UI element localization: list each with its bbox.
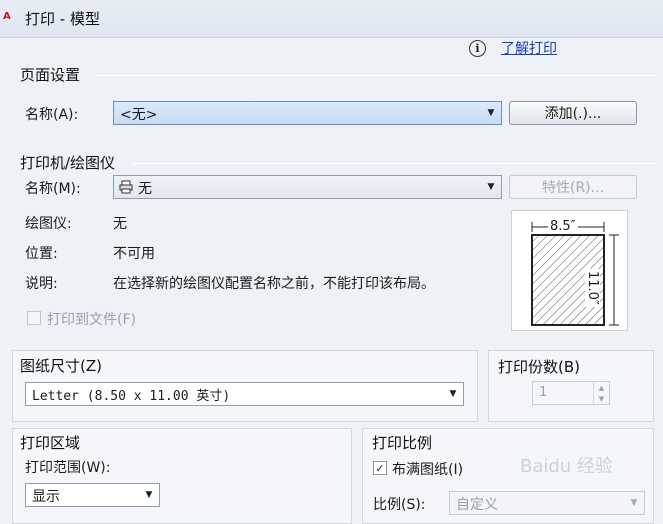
divider — [132, 163, 656, 164]
info-icon: i — [469, 40, 486, 57]
paper-size-group-title: 图纸尺寸(Z) — [20, 357, 102, 375]
chevron-down-icon: ▼ — [449, 389, 457, 399]
copies-group-title: 打印份数(B) — [498, 358, 580, 376]
page-setup-group-title: 页面设置 — [20, 66, 81, 84]
print-to-file-label: 打印到文件(F) — [47, 312, 136, 328]
page-setup-name-dropdown[interactable]: <无> ▼ — [113, 101, 502, 125]
plot-area-group-title: 打印区域 — [20, 434, 81, 452]
paper-size-dropdown[interactable]: Letter (8.50 x 11.00 英寸) ▼ — [25, 382, 464, 406]
printer-properties-button[interactable]: 特性(R)... — [509, 175, 637, 199]
title-bar: A 打印 - 模型 — [0, 0, 663, 38]
description-label: 说明: — [25, 276, 58, 292]
preview-width-label: 8.5″ — [548, 219, 578, 234]
chevron-down-icon: ▼ — [630, 498, 638, 508]
chevron-down-icon: ▼ — [145, 490, 153, 500]
page-setup-name-value: <无> — [120, 107, 158, 123]
chevron-down-icon: ▼ — [487, 182, 495, 192]
learn-about-plotting-link[interactable]: 了解打印 — [501, 38, 557, 58]
plot-scale-group-title: 打印比例 — [372, 434, 433, 452]
autocad-logo-icon: A — [3, 11, 11, 22]
description-value: 在选择新的绘图仪配置名称之前，不能打印该布局。 — [113, 276, 435, 292]
preview-height-label: 11.0″ — [585, 269, 600, 307]
add-page-setup-button[interactable]: 添加(.)... — [509, 101, 637, 125]
plotter-label: 绘图仪: — [25, 216, 72, 232]
print-to-file-checkbox[interactable] — [27, 311, 41, 325]
printer-name-value: 无 — [138, 181, 152, 197]
paper-size-value: Letter (8.50 x 11.00 英寸) — [32, 389, 231, 404]
printer-name-label: 名称(M): — [25, 181, 81, 197]
location-value: 不可用 — [113, 246, 155, 262]
printer-icon — [119, 180, 133, 194]
plotter-value: 无 — [113, 216, 127, 232]
fit-to-paper-checkbox[interactable]: ✓ — [373, 461, 387, 475]
plot-range-label: 打印范围(W): — [25, 460, 111, 476]
plot-range-value: 显示 — [32, 489, 60, 505]
page-setup-name-label: 名称(A): — [25, 107, 79, 123]
plot-range-dropdown[interactable]: 显示 ▼ — [25, 483, 160, 507]
printer-name-dropdown[interactable]: 无 ▼ — [113, 175, 502, 199]
scale-value: 自定义 — [456, 497, 498, 513]
printer-group-title: 打印机/绘图仪 — [20, 154, 116, 172]
spinner-up-icon[interactable]: ▲ — [593, 382, 609, 393]
location-label: 位置: — [25, 246, 58, 262]
window-title: 打印 - 模型 — [25, 10, 100, 28]
scale-label: 比例(S): — [373, 497, 426, 513]
copies-spinner[interactable]: 1 ▲ ▼ — [532, 381, 610, 405]
paper-preview: 8.5″ 11.0″ — [511, 210, 628, 331]
chevron-down-icon: ▼ — [487, 108, 495, 118]
fit-to-paper-label: 布满图纸(I) — [392, 462, 464, 478]
baidu-watermark: Baidu 经验 — [520, 456, 613, 477]
copies-value: 1 — [539, 385, 548, 400]
divider — [98, 75, 656, 76]
spinner-down-icon[interactable]: ▼ — [593, 393, 609, 404]
scale-dropdown[interactable]: 自定义 ▼ — [449, 491, 645, 515]
